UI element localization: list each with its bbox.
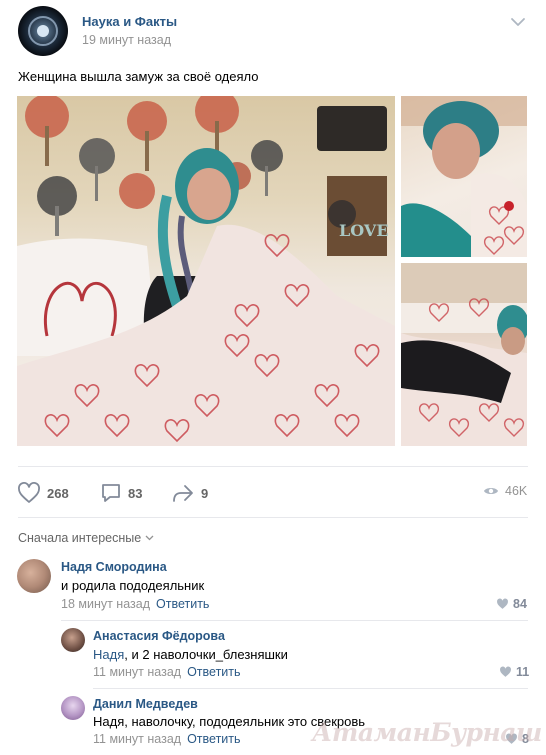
likes-count: 268 — [47, 485, 69, 501]
like-button[interactable]: 268 — [17, 481, 69, 505]
shares-count: 9 — [201, 485, 209, 501]
comment-time[interactable]: 11 минут назад — [93, 665, 181, 679]
photo-br-drawing — [401, 263, 527, 446]
photo-main-drawing: LOVE — [17, 96, 395, 446]
eye-icon — [484, 488, 498, 494]
comment-like-button[interactable]: 84 — [496, 597, 527, 611]
comment-text: и родила пододеяльник — [61, 578, 205, 593]
comment-text: Надя, и 2 наволочки_блезняшки — [93, 647, 288, 662]
post-time[interactable]: 19 минут назад — [82, 33, 171, 47]
svg-text:LOVE: LOVE — [339, 221, 389, 240]
chevron-down-icon[interactable] — [510, 14, 526, 30]
avatar[interactable] — [61, 628, 85, 652]
divider — [93, 688, 528, 689]
post-photo-main[interactable]: LOVE — [17, 96, 395, 446]
avatar[interactable] — [17, 559, 51, 593]
comments-sort-dropdown[interactable]: Сначала интересные — [18, 531, 154, 545]
comment-likes-count: 84 — [513, 597, 527, 611]
reply-button[interactable]: Ответить — [156, 597, 209, 611]
comment-author[interactable]: Надя Смородина — [61, 560, 167, 574]
heart-icon — [18, 482, 40, 503]
comment-button[interactable]: 83 — [100, 481, 142, 505]
comment-time[interactable]: 11 минут назад — [93, 732, 181, 746]
comment-likes-count: 11 — [516, 665, 530, 679]
reply-button[interactable]: Ответить — [187, 665, 240, 679]
post-photo-bottom-right[interactable] — [401, 263, 527, 446]
divider — [18, 466, 528, 467]
comment-meta: 18 минут назад Ответить — [61, 597, 209, 611]
comment-author[interactable]: Данил Медведев — [93, 697, 198, 711]
mention-link[interactable]: Надя — [93, 647, 124, 662]
avatar[interactable] — [61, 696, 85, 720]
chevron-down-icon — [145, 535, 154, 541]
reply-button[interactable]: Ответить — [187, 732, 240, 746]
comment-meta: 11 минут назад Ответить — [93, 665, 241, 679]
post-photo-top-right[interactable] — [401, 96, 527, 257]
post-header: Наука и Факты 19 минут назад — [0, 0, 546, 62]
comments-sort-label: Сначала интересные — [18, 531, 142, 545]
comments-count: 83 — [128, 485, 143, 501]
comment-time[interactable]: 18 минут назад — [61, 597, 150, 611]
heart-icon — [500, 666, 511, 677]
share-arrow-icon — [173, 485, 193, 502]
group-avatar[interactable] — [18, 6, 68, 56]
comment-meta: 11 минут назад Ответить — [93, 732, 241, 746]
views-counter: 46K — [483, 484, 527, 498]
share-button[interactable]: 9 — [171, 481, 208, 505]
comment-like-button[interactable]: 11 — [499, 665, 529, 679]
comment-author[interactable]: Анастасия Фёдорова — [93, 629, 225, 643]
comment-icon — [102, 484, 120, 502]
divider — [18, 517, 528, 518]
watermark: АтаманБурнаш для ДП — [312, 718, 546, 747]
heart-icon — [497, 598, 508, 609]
photo-tr-drawing — [401, 96, 527, 257]
group-name-link[interactable]: Наука и Факты — [82, 14, 177, 29]
avatar-core — [37, 25, 49, 37]
divider — [61, 620, 528, 621]
views-count: 46K — [505, 484, 528, 498]
post-text: Женщина вышла замуж за своё одеяло — [18, 69, 259, 84]
comment-text-body: , и 2 наволочки_блезняшки — [124, 647, 288, 662]
